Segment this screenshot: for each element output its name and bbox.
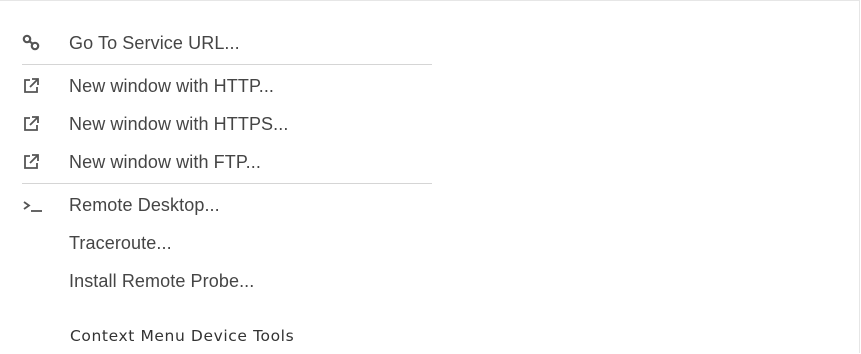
no-icon-spacer: [22, 271, 48, 291]
menu-item-install-remote-probe[interactable]: Install Remote Probe...: [22, 262, 432, 300]
menu-item-label: New window with HTTP...: [69, 75, 275, 96]
menu-item-label: Go To Service URL...: [69, 32, 240, 53]
menu-item-new-window-ftp[interactable]: New window with FTP...: [22, 143, 432, 181]
menu-item-new-window-http[interactable]: New window with HTTP...: [22, 67, 432, 105]
link-icon: [22, 33, 48, 53]
figure-caption: Context Menu Device Tools: [70, 327, 295, 345]
menu-item-label: Install Remote Probe...: [69, 270, 255, 291]
menu-divider: [22, 64, 432, 65]
external-link-icon: [22, 76, 48, 96]
menu-item-label: New window with HTTPS...: [69, 113, 289, 134]
menu-item-remote-desktop[interactable]: Remote Desktop...: [22, 186, 432, 224]
menu-item-new-window-https[interactable]: New window with HTTPS...: [22, 105, 432, 143]
external-link-icon: [22, 114, 48, 134]
menu-item-label: Remote Desktop...: [69, 194, 220, 215]
menu-item-go-to-service-url[interactable]: Go To Service URL...: [22, 24, 432, 62]
context-menu: Go To Service URL... New window with HTT…: [22, 24, 432, 300]
menu-divider: [22, 183, 432, 184]
menu-item-label: New window with FTP...: [69, 151, 261, 172]
menu-item-label: Traceroute...: [69, 232, 172, 253]
no-icon-spacer: [22, 233, 48, 253]
terminal-icon: [22, 195, 48, 215]
menu-item-traceroute[interactable]: Traceroute...: [22, 224, 432, 262]
external-link-icon: [22, 152, 48, 172]
